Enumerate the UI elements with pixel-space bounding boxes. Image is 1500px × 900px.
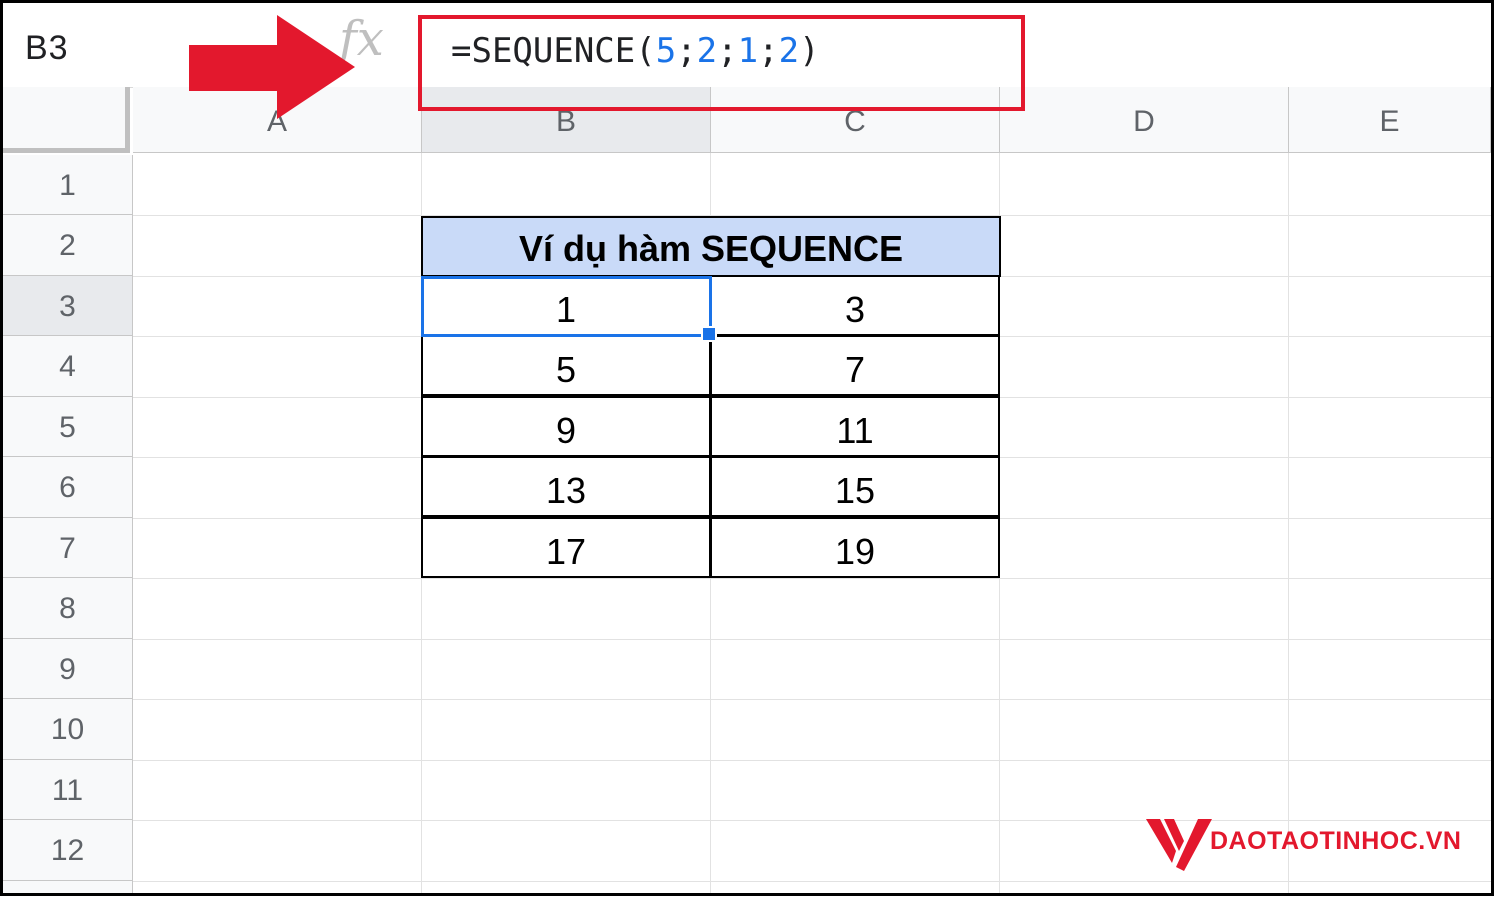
column-header-e[interactable]: E <box>1289 87 1491 153</box>
select-all-corner[interactable] <box>3 87 130 153</box>
row-header-4[interactable]: 4 <box>3 336 133 397</box>
site-logo: DAOTAOTINHOC.VN <box>1146 815 1486 873</box>
table-cell[interactable]: 5 <box>421 335 711 396</box>
spreadsheet-screenshot: B3 fx =SEQUENCE(5;2;1;2) A B C D E 1 2 3… <box>0 0 1494 896</box>
table-cell[interactable]: 13 <box>421 456 711 517</box>
row-header-5[interactable]: 5 <box>3 397 133 457</box>
table-cell[interactable]: 3 <box>710 275 1000 336</box>
table-cell[interactable]: 7 <box>710 335 1000 396</box>
row-header-8[interactable]: 8 <box>3 578 133 639</box>
table-cell[interactable]: 11 <box>710 396 1000 457</box>
fill-handle[interactable] <box>701 326 717 342</box>
row-header-12[interactable]: 12 <box>3 820 133 881</box>
table-cell[interactable]: 15 <box>710 456 1000 517</box>
name-box[interactable]: B3 <box>25 29 69 68</box>
row-header-3[interactable]: 3 <box>3 276 133 336</box>
row-header-6[interactable]: 6 <box>3 457 133 518</box>
column-header-d[interactable]: D <box>1000 87 1289 153</box>
table-title[interactable]: Ví dụ hàm SEQUENCE <box>421 216 1001 277</box>
row-header-1[interactable]: 1 <box>3 155 133 215</box>
logo-text: DAOTAOTINHOC.VN <box>1210 827 1462 855</box>
table-cell[interactable]: 19 <box>710 517 1000 578</box>
gridline <box>1288 153 1289 893</box>
red-arrow-icon <box>189 15 355 119</box>
table-cell[interactable]: 17 <box>421 517 711 578</box>
row-header-7[interactable]: 7 <box>3 518 133 578</box>
row-header-11[interactable]: 11 <box>3 760 133 820</box>
row-header-10[interactable]: 10 <box>3 699 133 760</box>
sequence-table: Ví dụ hàm SEQUENCE 1 3 5 7 9 11 13 15 17… <box>421 216 1001 579</box>
row-header-9[interactable]: 9 <box>3 639 133 699</box>
row-header-2[interactable]: 2 <box>3 215 133 276</box>
active-cell-selection[interactable] <box>421 276 712 337</box>
formula-highlight-box <box>418 15 1025 111</box>
table-cell[interactable]: 9 <box>421 396 711 457</box>
row-header-partial[interactable] <box>3 881 133 893</box>
logo-mark-icon <box>1146 819 1212 871</box>
